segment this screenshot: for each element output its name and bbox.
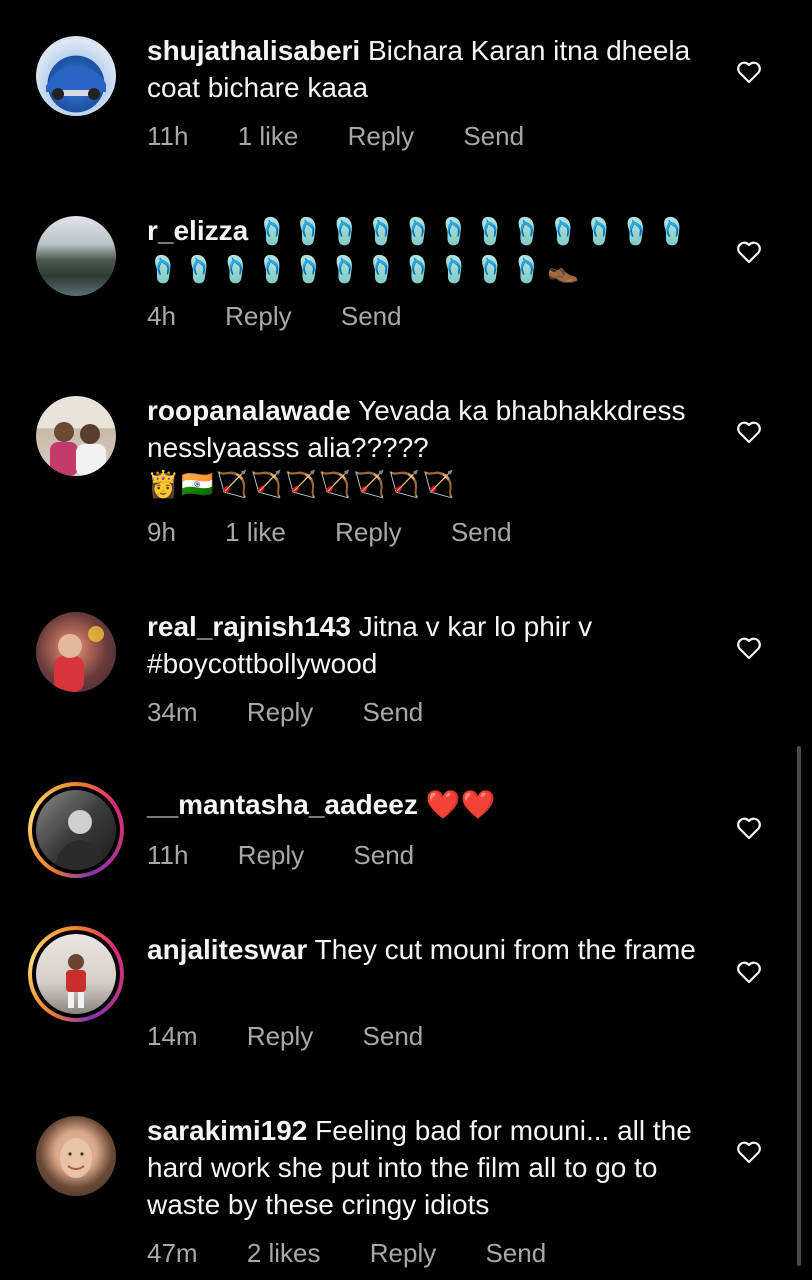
comment-time: 14m [147, 1021, 198, 1051]
comment-likes[interactable]: 1 like [238, 121, 299, 152]
comment-body: ❤️❤️ [425, 789, 496, 820]
avatar[interactable] [36, 612, 116, 692]
comment-text: shujathalisaberi Bichara Karan itna dhee… [147, 32, 707, 106]
comment-time: 9h [147, 517, 176, 547]
comment-meta: 4h Reply Send [147, 301, 444, 332]
comment-meta: 9h 1 like Reply Send [147, 517, 554, 548]
comment-text: __mantasha_aadeez ❤️❤️ [147, 786, 707, 823]
send-button[interactable]: Send [341, 301, 402, 332]
send-button[interactable]: Send [353, 840, 414, 871]
comment-meta: 11h Reply Send [147, 840, 456, 871]
avatar[interactable] [36, 216, 116, 296]
reply-button[interactable]: Reply [348, 121, 414, 152]
send-button[interactable]: Send [363, 1021, 424, 1052]
heart-icon[interactable] [736, 1140, 762, 1164]
comment-time: 11h [147, 840, 189, 870]
comment-meta: 34m Reply Send [147, 697, 465, 728]
comment-meta: 14m Reply Send [147, 1021, 465, 1052]
comment-username[interactable]: shujathalisaberi [147, 35, 360, 66]
comment-meta: 47m 2 likes Reply Send [147, 1238, 588, 1269]
comment-body: They cut mouni from the frame [314, 934, 696, 965]
heart-icon[interactable] [736, 816, 762, 840]
comment-username[interactable]: anjaliteswar [147, 934, 307, 965]
story-ring-avatar[interactable] [28, 782, 124, 878]
comment-likes[interactable]: 2 likes [247, 1238, 321, 1269]
comment-text: real_rajnish143 Jitna v kar lo phir v #b… [147, 608, 707, 682]
comment-text: anjaliteswar They cut mouni from the fra… [147, 931, 707, 968]
comment-emoji-line: 👸🇮🇳🏹🏹🏹🏹🏹🏹🏹 [147, 469, 457, 499]
send-button[interactable]: Send [463, 121, 524, 152]
comment-text: roopanalawade Yevada ka bhabhakkdress ne… [147, 392, 707, 503]
comment-meta: 11h 1 like Reply Send [147, 121, 566, 152]
heart-icon[interactable] [736, 960, 762, 984]
send-button[interactable]: Send [451, 517, 512, 548]
story-ring-avatar[interactable] [28, 926, 124, 1022]
comment-time: 34m [147, 697, 198, 727]
avatar[interactable] [36, 396, 116, 476]
scrollbar[interactable] [797, 746, 801, 1266]
reply-button[interactable]: Reply [335, 517, 401, 548]
avatar[interactable] [36, 1116, 116, 1196]
comment-text: sarakimi192 Feeling bad for mouni... all… [147, 1112, 707, 1223]
comment-text: r_elizza 🩴🩴🩴🩴🩴🩴🩴🩴🩴🩴🩴🩴🩴🩴🩴🩴🩴🩴🩴🩴🩴🩴🩴👞 [147, 212, 707, 288]
reply-button[interactable]: Reply [225, 301, 291, 332]
comment-username[interactable]: sarakimi192 [147, 1115, 307, 1146]
send-button[interactable]: Send [363, 697, 424, 728]
heart-icon[interactable] [736, 636, 762, 660]
heart-icon[interactable] [736, 240, 762, 264]
comment-username[interactable]: r_elizza [147, 215, 248, 246]
comment-username[interactable]: real_rajnish143 [147, 611, 351, 642]
reply-button[interactable]: Reply [247, 697, 313, 728]
send-button[interactable]: Send [485, 1238, 546, 1269]
comment-username[interactable]: roopanalawade [147, 395, 351, 426]
comment-time: 11h [147, 121, 189, 151]
heart-icon[interactable] [736, 60, 762, 84]
comment-time: 47m [147, 1238, 198, 1268]
reply-button[interactable]: Reply [238, 840, 304, 871]
heart-icon[interactable] [736, 420, 762, 444]
comment-username[interactable]: __mantasha_aadeez [147, 789, 418, 820]
comment-time: 4h [147, 301, 176, 331]
avatar[interactable] [36, 36, 116, 116]
comment-likes[interactable]: 1 like [225, 517, 286, 548]
reply-button[interactable]: Reply [247, 1021, 313, 1052]
reply-button[interactable]: Reply [370, 1238, 436, 1269]
